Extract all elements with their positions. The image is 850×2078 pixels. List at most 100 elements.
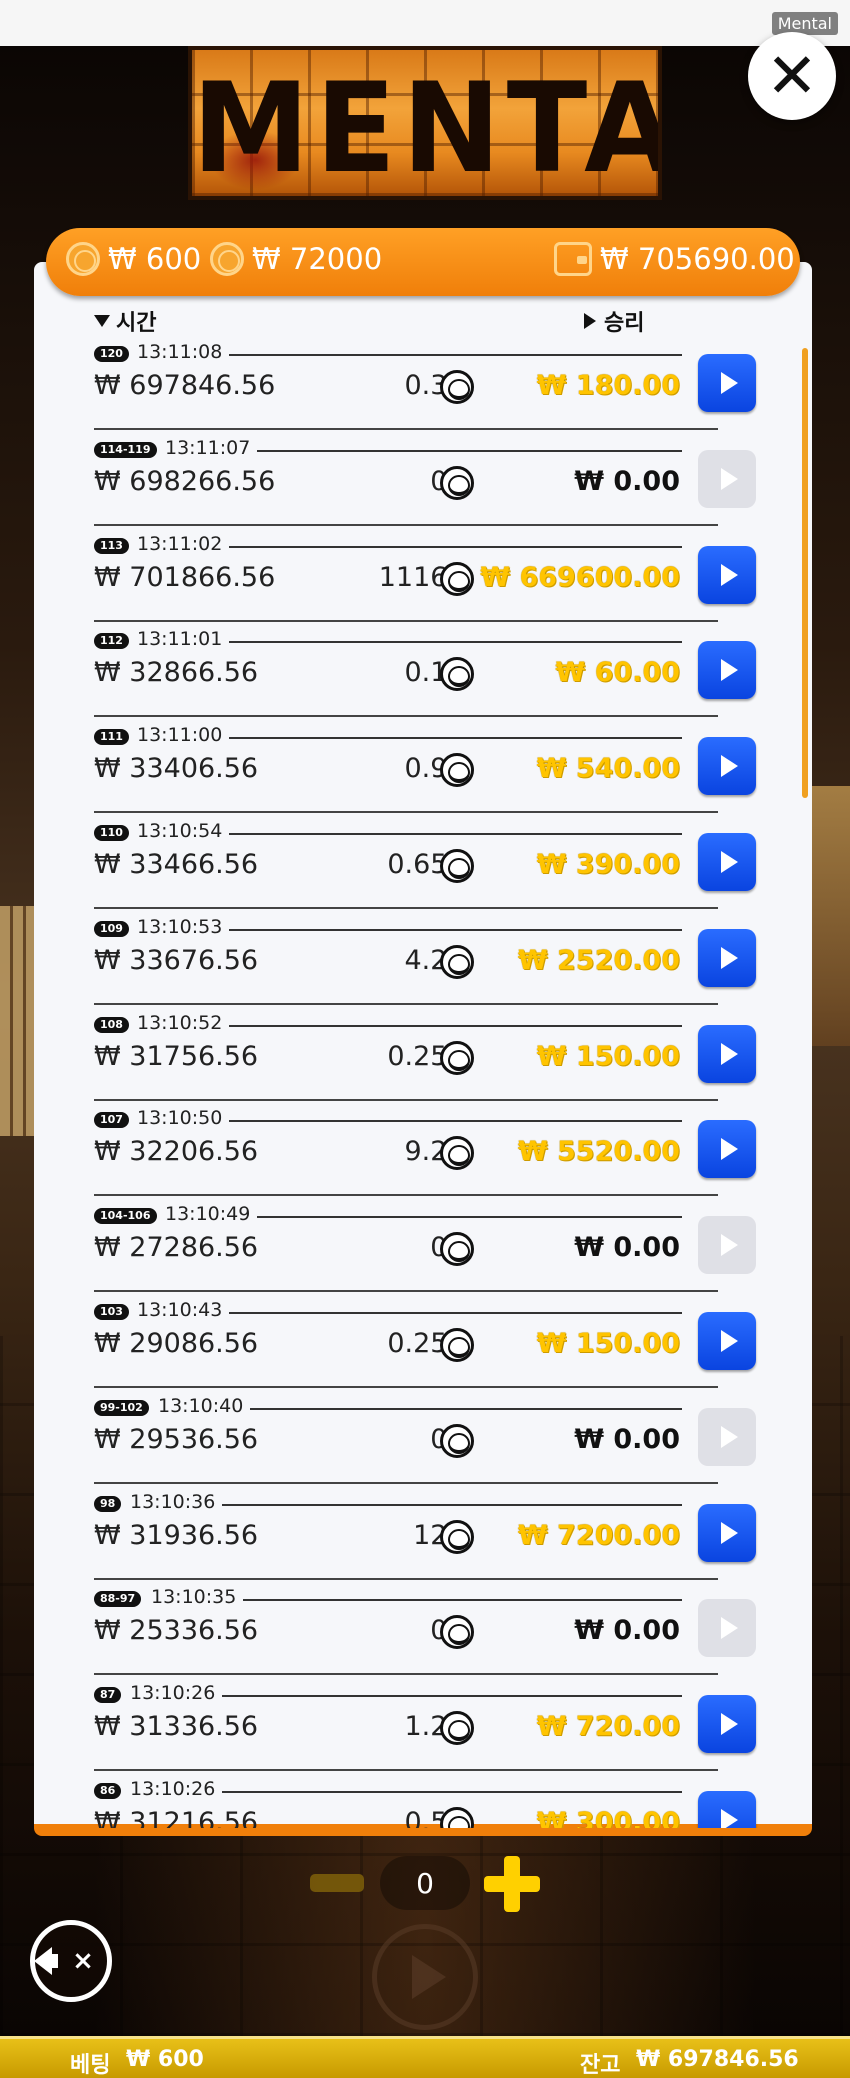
replay-button[interactable]: [698, 833, 756, 891]
row-divider-line: [222, 1791, 682, 1793]
balance-value: ₩ 32866.56: [94, 657, 259, 689]
top-bar: Mental: [0, 0, 850, 46]
replay-button[interactable]: [698, 1120, 756, 1179]
coin-icon: [440, 1232, 474, 1267]
spin-play-button[interactable]: [372, 1924, 478, 2030]
history-row: 110 13:10:54 ₩ 33466.56 0.65 x ₩ 390.00: [34, 813, 812, 909]
replay-button: [698, 449, 756, 508]
coin-icon: [440, 849, 474, 883]
row-divider-line: [229, 354, 682, 356]
win-amount: ₩ 0.00: [574, 1423, 680, 1455]
row-divider-line: [257, 449, 682, 452]
replay-button[interactable]: [698, 1791, 756, 1828]
history-row: 120 13:11:08 ₩ 697846.56 0.3 x ₩ 180.00: [34, 334, 812, 430]
round-badge: 98: [94, 1495, 122, 1512]
balance-value: ₩ 31216.56: [94, 1807, 259, 1828]
scrollbar[interactable]: [802, 348, 808, 798]
history-row: 111 13:11:00 ₩ 33406.56 0.9 x ₩ 540.00: [34, 717, 812, 814]
balance-value: ₩ 27286.56: [94, 1232, 259, 1264]
logo-text: MENTAL: [192, 55, 658, 200]
mute-x-icon: ×: [72, 1946, 94, 1976]
play-icon: [720, 1330, 738, 1352]
win-amount: ₩ 0.00: [574, 1615, 680, 1647]
play-icon: [720, 946, 738, 969]
max-win-value: ₩ 72000: [252, 242, 383, 276]
round-badge: 103: [94, 1304, 129, 1320]
coin-icon: [440, 1423, 474, 1458]
bet-amount: ₩ 600: [66, 242, 201, 276]
history-row: 108 13:10:52 ₩ 31756.56 0.25 x ₩ 150.00: [34, 1005, 812, 1101]
speaker-muted-icon: [34, 1947, 59, 1975]
round-time: 13:11:07: [165, 436, 251, 459]
round-time: 13:10:36: [130, 1490, 216, 1513]
round-badge: 88-97: [94, 1591, 142, 1608]
play-icon: [720, 563, 738, 586]
balance-value: ₩ 33676.56: [94, 944, 259, 976]
row-divider-line: [229, 1120, 682, 1123]
round-time: 13:11:08: [137, 341, 223, 363]
replay-button[interactable]: [698, 545, 756, 604]
round-badge: 111: [94, 729, 129, 746]
play-icon: [720, 659, 738, 682]
play-icon: [720, 372, 738, 394]
win-amount: ₩ 0.00: [574, 465, 680, 497]
replay-button[interactable]: [698, 1312, 756, 1370]
row-divider-line: [229, 928, 682, 931]
round-time: 13:10:26: [130, 1778, 216, 1800]
balance-value: ₩ 25336.56: [94, 1615, 259, 1647]
replay-button[interactable]: [698, 1503, 756, 1562]
round-badge: 86: [94, 1783, 122, 1799]
replay-button[interactable]: [698, 1024, 756, 1083]
max-win: ₩ 72000: [210, 242, 382, 276]
history-row: 9813:10:36₩ 31936.5612 x₩ 7200.00: [34, 1484, 812, 1580]
game-tag: Mental: [771, 12, 838, 35]
play-icon: [720, 755, 738, 778]
round-badge: 120: [94, 346, 129, 362]
replay-button[interactable]: [698, 354, 756, 412]
history-row: 87 13:10:26 ₩ 31336.56 1.2 x ₩ 720.00: [34, 1675, 812, 1772]
coin-icon: [210, 242, 244, 276]
round-time: 13:11:02: [137, 532, 223, 555]
win-amount: ₩ 300.00: [536, 1807, 680, 1828]
row-divider-line: [243, 1599, 682, 1602]
round-time: 13:10:26: [130, 1682, 216, 1705]
sort-time-header[interactable]: 시간: [94, 305, 156, 337]
balance-value: ₩ 701866.56: [94, 561, 276, 593]
win-amount: ₩ 5520.00: [517, 1136, 680, 1168]
round-time: 13:10:54: [137, 820, 223, 842]
history-row: 113 13:11:02 ₩ 701866.56 1116 x ₩ 669600.00: [34, 526, 812, 622]
replay-button[interactable]: [698, 928, 756, 987]
sort-win-header[interactable]: 승리: [584, 305, 644, 337]
close-button[interactable]: ✕: [748, 32, 836, 120]
balance-label: 잔고: [580, 2053, 621, 2078]
win-amount: ₩ 669600.00: [480, 561, 680, 593]
coin-icon: [440, 944, 474, 979]
history-row: 88-9713:10:35₩ 25336.560 x₩ 0.00: [34, 1579, 812, 1676]
round-time: 13:10:40: [158, 1394, 244, 1417]
balance-value: ₩ 33466.56: [94, 849, 259, 880]
win-amount: ₩ 7200.00: [517, 1519, 680, 1551]
coin-icon: [66, 242, 100, 276]
row-divider-line: [229, 1312, 682, 1314]
coin-icon: [440, 1328, 474, 1362]
increase-button[interactable]: [484, 1856, 540, 1912]
sort-right-icon: [584, 313, 596, 329]
decrease-button[interactable]: [310, 1874, 364, 1892]
play-icon: [720, 1234, 738, 1257]
history-list[interactable]: 120 13:11:08 ₩ 697846.56 0.3 x ₩ 180.00 114-1…: [34, 334, 812, 1828]
replay-button[interactable]: [698, 737, 756, 796]
round-time: 13:10:52: [137, 1011, 223, 1034]
round-time: 13:10:49: [165, 1203, 251, 1226]
history-row: 103 13:10:43 ₩ 29086.56 0.25 x ₩ 150.00: [34, 1292, 812, 1388]
play-icon: [720, 1809, 738, 1828]
bet-value: ₩ 600: [126, 2047, 204, 2072]
round-badge: 109: [94, 920, 129, 937]
round-badge: 113: [94, 537, 129, 554]
replay-button[interactable]: [698, 641, 756, 700]
play-icon: [720, 1713, 738, 1736]
mute-button[interactable]: ×: [30, 1920, 112, 2002]
replay-button[interactable]: [698, 1695, 756, 1754]
round-time: 13:10:43: [137, 1299, 223, 1321]
play-icon: [720, 1042, 738, 1065]
row-divider-line: [229, 737, 682, 740]
